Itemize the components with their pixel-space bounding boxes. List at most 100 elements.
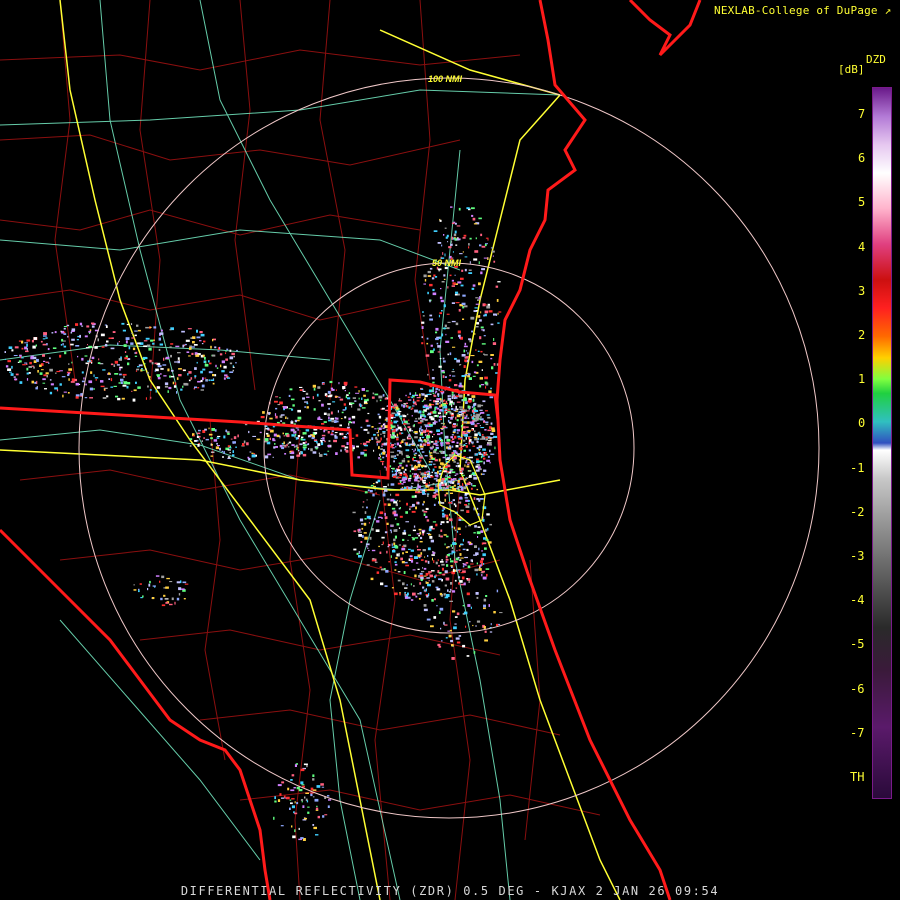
echo-pixel: [488, 604, 490, 607]
echo-pixel: [465, 477, 468, 479]
echo-pixel: [462, 434, 465, 436]
echo-pixel: [74, 378, 77, 382]
echo-pixel: [475, 416, 480, 420]
echo-pixel: [416, 460, 419, 462]
echo-pixel: [424, 419, 428, 421]
echo-pixel: [476, 507, 479, 510]
echo-pixel: [67, 372, 70, 375]
echo-pixel: [363, 449, 367, 451]
echo-pixel: [466, 465, 470, 468]
echo-pixel: [345, 449, 349, 453]
echo-pixel: [197, 387, 200, 389]
echo-pixel: [446, 313, 450, 315]
echo-pixel: [423, 510, 428, 513]
echo-pixel: [457, 483, 460, 485]
echo-pixel: [484, 354, 488, 356]
echo-pixel: [427, 547, 431, 551]
echo-pixel: [444, 411, 447, 414]
echo-pixel: [490, 432, 494, 435]
echo-pixel: [404, 468, 407, 471]
echo-pixel: [381, 443, 384, 446]
echo-pixel: [453, 543, 456, 545]
echo-pixel: [405, 454, 409, 457]
echo-pixel: [497, 322, 500, 324]
echo-pixel: [427, 494, 429, 497]
echo-pixel: [391, 587, 394, 589]
echo-pixel: [475, 316, 479, 318]
echo-pixel: [269, 417, 273, 420]
external-link-icon[interactable]: ↗: [885, 4, 892, 17]
echo-pixel: [291, 420, 293, 422]
echo-pixel: [206, 379, 209, 381]
echo-pixel: [465, 525, 467, 528]
echo-pixel: [403, 473, 408, 476]
echo-pixel: [170, 354, 172, 358]
echo-pixel: [480, 473, 482, 476]
echo-pixel: [401, 561, 405, 564]
echo-pixel: [363, 394, 366, 397]
echo-pixel: [149, 359, 152, 363]
echo-pixel: [43, 335, 47, 337]
echo-pixel: [136, 324, 139, 327]
echo-pixel: [157, 375, 160, 378]
echo-pixel: [420, 576, 424, 580]
echo-pixel: [188, 355, 191, 357]
echo-pixel: [428, 403, 432, 406]
echo-pixel: [98, 358, 100, 361]
echo-pixel: [396, 453, 399, 456]
echo-pixel: [100, 380, 104, 383]
echo-pixel: [219, 346, 221, 349]
echo-pixel: [433, 616, 437, 619]
echo-pixel: [26, 339, 31, 342]
echo-pixel: [475, 310, 478, 312]
echo-pixel: [451, 408, 454, 411]
echo-pixel: [440, 467, 444, 469]
echo-pixel: [419, 443, 422, 446]
echo-pixel: [425, 429, 430, 433]
echo-pixel: [419, 488, 424, 491]
echo-pixel: [97, 338, 99, 342]
echo-pixel: [330, 411, 333, 415]
echo-pixel: [451, 240, 453, 243]
echo-pixel: [118, 341, 120, 343]
echo-pixel: [390, 427, 392, 430]
echo-pixel: [337, 410, 339, 413]
echo-pixel: [431, 431, 433, 434]
echo-pixel: [371, 437, 374, 440]
echo-pixel: [399, 464, 402, 467]
echo-pixel: [382, 427, 385, 429]
echo-pixel: [486, 305, 491, 309]
echo-pixel: [439, 312, 442, 315]
echo-pixel: [390, 455, 395, 458]
echo-pixel: [478, 445, 483, 448]
echo-pixel: [417, 444, 419, 447]
echo-pixel: [322, 439, 325, 441]
echo-pixel: [462, 294, 466, 297]
echo-pixel: [451, 279, 454, 282]
echo-pixel: [468, 272, 473, 274]
echo-pixel: [420, 439, 423, 441]
echo-pixel: [422, 567, 424, 569]
echo-pixel: [441, 559, 443, 561]
echo-pixel: [182, 581, 187, 584]
echo-pixel: [481, 473, 485, 475]
echo-pixel: [174, 382, 177, 386]
echo-pixel: [449, 400, 453, 404]
echo-pixel: [414, 495, 417, 498]
echo-pixel: [346, 442, 349, 445]
echo-pixel: [421, 400, 424, 402]
echo-pixel: [445, 492, 449, 495]
echo-pixel: [152, 585, 156, 587]
echo-pixel: [457, 281, 462, 284]
echo-pixel: [468, 470, 471, 472]
echo-pixel: [395, 446, 397, 448]
echo-pixel: [264, 455, 269, 459]
echo-pixel: [485, 423, 489, 425]
echo-pixel: [135, 381, 137, 384]
echo-pixel: [164, 382, 169, 385]
echo-pixel: [251, 452, 254, 454]
echo-pixel: [391, 524, 394, 527]
echo-pixel: [403, 405, 405, 408]
echo-pixel: [456, 487, 459, 490]
echo-pixel: [381, 536, 385, 539]
